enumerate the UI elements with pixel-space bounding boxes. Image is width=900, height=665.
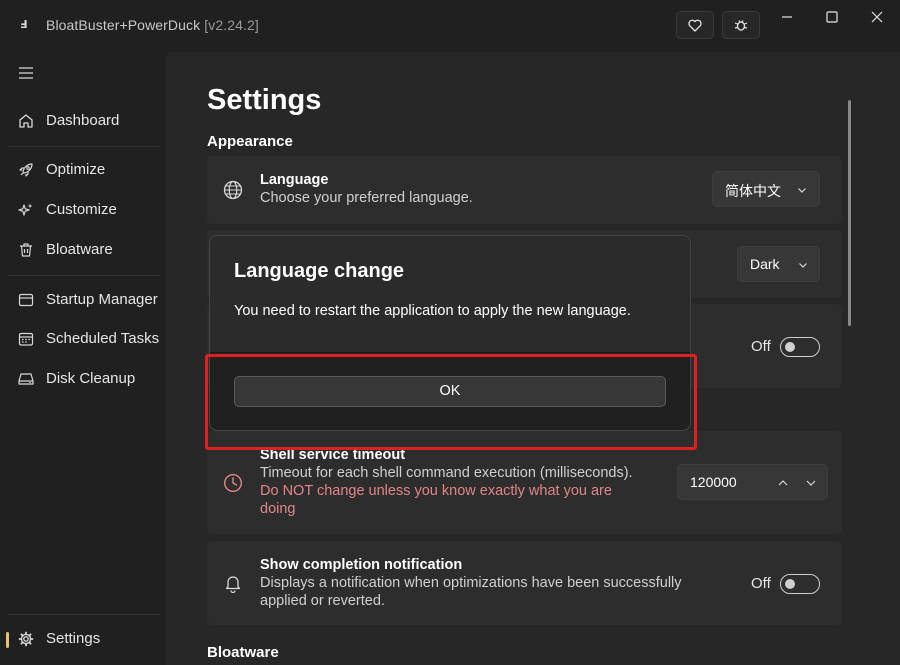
app-logo: Ⅎ (20, 19, 28, 31)
chevron-down-icon[interactable] (805, 477, 817, 489)
app-title: BloatBuster+PowerDuck [v2.24.2] (46, 17, 259, 33)
completion-notification-description-cont: applied or reverted. (260, 593, 385, 609)
app-version: [v2.24.2] (204, 17, 259, 33)
rocket-icon (19, 163, 33, 177)
page-title: Settings (207, 84, 322, 116)
shell-timeout-value: 120000 (690, 474, 737, 490)
minimize-button[interactable] (764, 4, 810, 30)
sidebar-item-label: Scheduled Tasks (46, 330, 160, 347)
chevron-up-icon[interactable] (777, 477, 789, 489)
bug-icon (734, 20, 748, 31)
language-dropdown-value: 简体中文 (725, 183, 781, 199)
sidebar-item-dashboard[interactable]: Dashboard (0, 104, 165, 138)
gear-icon (18, 631, 34, 647)
shell-timeout-warning-cont: doing (260, 501, 296, 517)
sidebar-item-label: Startup Manager (46, 291, 158, 308)
language-card: Language Choose your preferred language.… (207, 156, 842, 224)
sidebar-item-settings[interactable]: Settings (0, 622, 165, 656)
completion-notification-toggle[interactable] (780, 574, 820, 594)
title-bar: Ⅎ BloatBuster+PowerDuck [v2.24.2] (0, 0, 900, 52)
close-button[interactable] (854, 4, 900, 30)
shell-timeout-warning: Do NOT change unless you know exactly wh… (260, 483, 612, 499)
language-description: Choose your preferred language. (260, 190, 473, 206)
active-indicator (6, 632, 9, 648)
content-scrollbar[interactable] (848, 100, 851, 326)
theme-dropdown-value: Dark (750, 256, 780, 272)
clock-icon (223, 473, 243, 493)
disk-icon (18, 373, 34, 385)
sidebar-item-disk-cleanup[interactable]: Disk Cleanup (0, 362, 165, 396)
sidebar-divider (8, 614, 160, 615)
sidebar-divider (8, 275, 160, 276)
sidebar-item-label: Settings (46, 630, 101, 647)
ok-button[interactable]: OK (234, 376, 666, 407)
section-title-bloatware: Bloatware (207, 644, 279, 661)
language-title: Language (260, 172, 329, 188)
toggle-state-label: Off (751, 338, 771, 355)
minimize-icon (782, 16, 792, 18)
sidebar-item-label: Dashboard (46, 112, 120, 129)
language-change-dialog: Language change You need to restart the … (209, 235, 691, 431)
setting-toggle[interactable] (780, 337, 820, 357)
shell-timeout-stepper[interactable]: 120000 (677, 464, 828, 500)
globe-icon (223, 180, 243, 200)
close-icon (871, 11, 883, 23)
sidebar-divider (8, 146, 160, 147)
sidebar-item-label: Bloatware (46, 241, 113, 258)
startup-icon (18, 293, 34, 307)
shell-timeout-card: Shell service timeout Timeout for each s… (207, 431, 842, 534)
app-name: BloatBuster+PowerDuck (46, 17, 201, 33)
theme-dropdown[interactable]: Dark (737, 246, 820, 282)
maximize-icon (826, 11, 838, 23)
home-icon (19, 114, 33, 128)
sidebar-item-label: Disk Cleanup (46, 370, 136, 387)
sparkle-icon (18, 203, 33, 216)
bell-icon (225, 576, 241, 593)
toggle-state-label: Off (751, 575, 771, 592)
language-dropdown[interactable]: 简体中文 (712, 171, 820, 207)
dialog-message: You need to restart the application to a… (234, 303, 631, 319)
dialog-title: Language change (234, 260, 405, 282)
report-bug-button[interactable] (722, 11, 760, 39)
heart-icon (688, 19, 702, 32)
maximize-button[interactable] (809, 4, 855, 30)
shell-timeout-description: Timeout for each shell command execution… (260, 465, 633, 481)
trash-icon (20, 243, 32, 257)
completion-notification-description: Displays a notification when optimizatio… (260, 575, 682, 591)
toggle-knob (785, 342, 795, 352)
chevron-down-icon (799, 263, 807, 268)
sidebar-item-customize[interactable]: Customize (0, 193, 165, 227)
completion-notification-card: Show completion notification Displays a … (207, 541, 842, 625)
calendar-icon (18, 332, 34, 346)
sidebar-item-scheduled-tasks[interactable]: Scheduled Tasks (0, 322, 165, 356)
chevron-down-icon (798, 188, 806, 193)
sidebar-item-label: Optimize (46, 161, 106, 178)
donate-button[interactable] (676, 11, 714, 39)
toggle-knob (785, 579, 795, 589)
sidebar-item-startup-manager[interactable]: Startup Manager (0, 283, 165, 317)
completion-notification-title: Show completion notification (260, 557, 463, 573)
shell-timeout-title: Shell service timeout (260, 447, 406, 463)
hamburger-icon[interactable] (18, 66, 34, 80)
sidebar: Dashboard Optimize Customize Bloatware S… (0, 52, 165, 665)
section-title-appearance: Appearance (207, 133, 293, 150)
sidebar-item-label: Customize (46, 201, 117, 218)
sidebar-item-bloatware[interactable]: Bloatware (0, 233, 165, 267)
sidebar-item-optimize[interactable]: Optimize (0, 153, 165, 187)
